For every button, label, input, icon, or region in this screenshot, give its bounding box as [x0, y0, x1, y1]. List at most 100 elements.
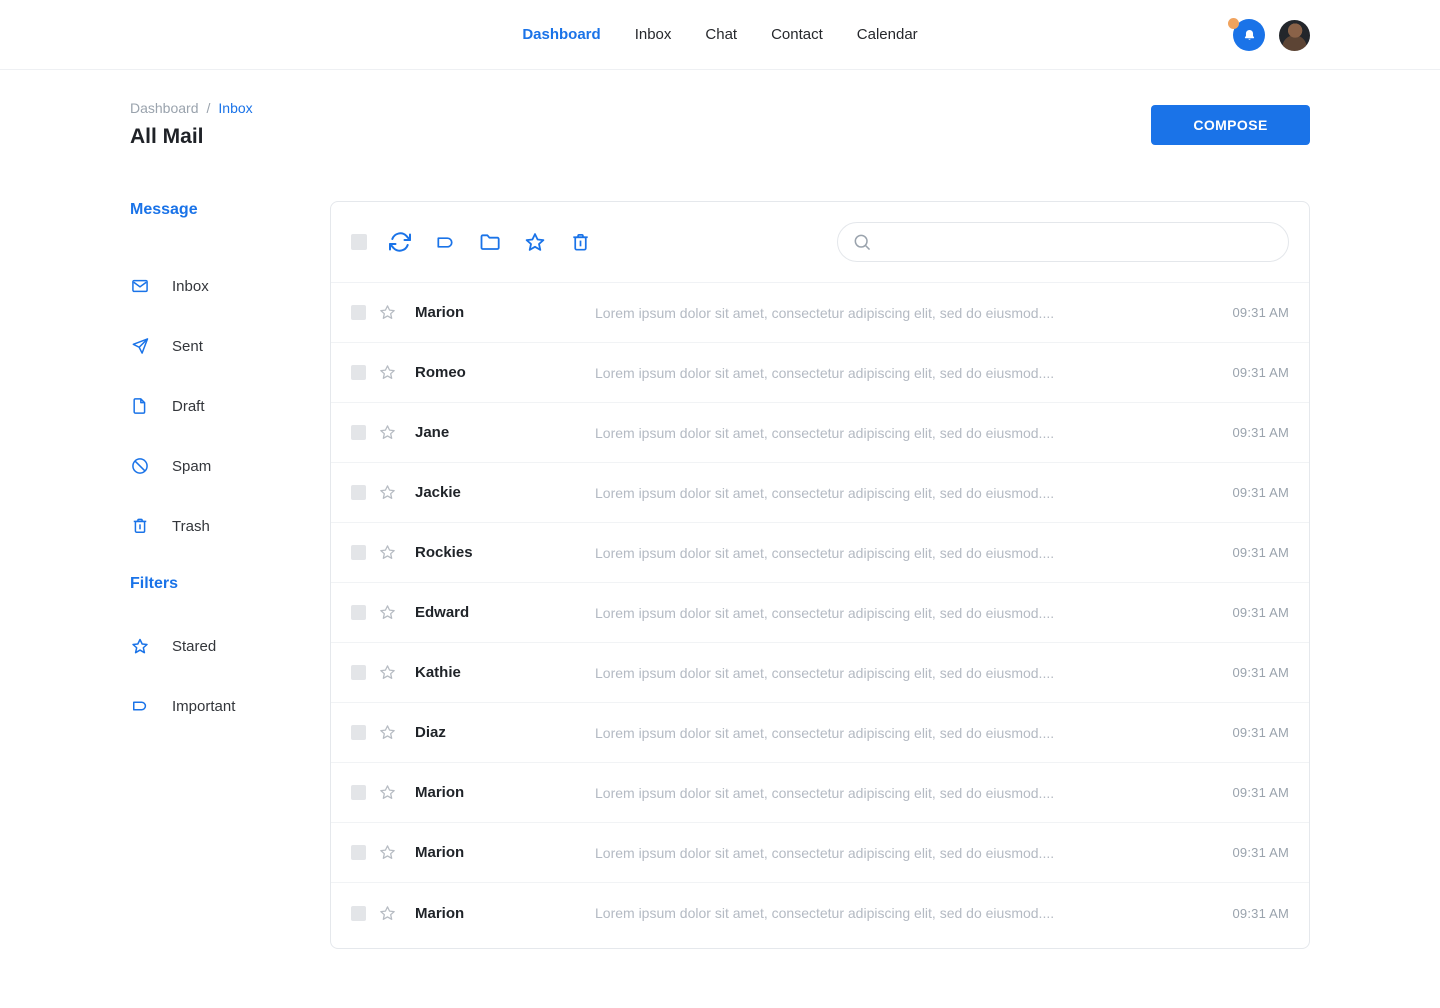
breadcrumb-inbox[interactable]: Inbox — [218, 100, 252, 116]
file-icon — [130, 396, 150, 416]
mail-preview: Lorem ipsum dolor sit amet, consectetur … — [595, 485, 1216, 501]
mail-time: 09:31 AM — [1232, 365, 1289, 380]
mail-row[interactable]: Jane Lorem ipsum dolor sit amet, consect… — [331, 403, 1309, 463]
sidebar-item-sent[interactable]: Sent — [130, 316, 330, 376]
mail-row[interactable]: Marion Lorem ipsum dolor sit amet, conse… — [331, 763, 1309, 823]
compose-button[interactable]: COMPOSE — [1151, 105, 1310, 145]
star-icon[interactable] — [378, 363, 397, 382]
mail-time: 09:31 AM — [1232, 425, 1289, 440]
row-checkbox[interactable] — [351, 485, 366, 500]
star-icon[interactable] — [378, 663, 397, 682]
breadcrumb-dashboard[interactable]: Dashboard — [130, 100, 199, 116]
star-icon[interactable] — [378, 843, 397, 862]
envelope-icon — [130, 276, 150, 296]
top-navigation-bar: Dashboard Inbox Chat Contact Calendar — [0, 0, 1440, 70]
sidebar: Message Inbox Sent — [130, 201, 330, 736]
mail-time: 09:31 AM — [1232, 665, 1289, 680]
mail-preview: Lorem ipsum dolor sit amet, consectetur … — [595, 785, 1216, 801]
mail-row[interactable]: Rockies Lorem ipsum dolor sit amet, cons… — [331, 523, 1309, 583]
mail-preview: Lorem ipsum dolor sit amet, consectetur … — [595, 365, 1216, 381]
mail-row[interactable]: Marion Lorem ipsum dolor sit amet, conse… — [331, 823, 1309, 883]
nav-item-dashboard[interactable]: Dashboard — [522, 26, 600, 43]
sidebar-item-label: Stared — [172, 638, 216, 655]
mail-row[interactable]: Romeo Lorem ipsum dolor sit amet, consec… — [331, 343, 1309, 403]
mail-sender: Romeo — [415, 364, 595, 381]
row-checkbox[interactable] — [351, 425, 366, 440]
row-checkbox[interactable] — [351, 845, 366, 860]
mail-time: 09:31 AM — [1232, 305, 1289, 320]
mail-sender: Marion — [415, 905, 595, 922]
nav-item-calendar[interactable]: Calendar — [857, 26, 918, 43]
mail-sender: Diaz — [415, 724, 595, 741]
star-icon[interactable] — [378, 783, 397, 802]
star-icon[interactable] — [378, 723, 397, 742]
mail-row[interactable]: Marion Lorem ipsum dolor sit amet, conse… — [331, 883, 1309, 943]
search-box[interactable] — [837, 222, 1289, 262]
star-icon[interactable] — [378, 543, 397, 562]
mail-sender: Edward — [415, 604, 595, 621]
row-checkbox[interactable] — [351, 605, 366, 620]
page-title: All Mail — [130, 125, 253, 149]
notification-badge-dot — [1228, 18, 1239, 29]
row-checkbox[interactable] — [351, 785, 366, 800]
sidebar-item-spam[interactable]: Spam — [130, 436, 330, 496]
mail-time: 09:31 AM — [1232, 785, 1289, 800]
mail-sender: Rockies — [415, 544, 595, 561]
row-checkbox[interactable] — [351, 365, 366, 380]
trash-icon[interactable] — [568, 230, 592, 254]
mail-row[interactable]: Diaz Lorem ipsum dolor sit amet, consect… — [331, 703, 1309, 763]
mail-row[interactable]: Marion Lorem ipsum dolor sit amet, conse… — [331, 283, 1309, 343]
star-icon[interactable] — [523, 230, 547, 254]
mail-sender: Marion — [415, 844, 595, 861]
mail-panel: Marion Lorem ipsum dolor sit amet, conse… — [330, 201, 1310, 949]
mail-sender: Kathie — [415, 664, 595, 681]
row-checkbox[interactable] — [351, 665, 366, 680]
mail-preview: Lorem ipsum dolor sit amet, consectetur … — [595, 905, 1216, 921]
page-header: Dashboard / Inbox All Mail COMPOSE — [130, 100, 1310, 149]
sidebar-item-stared[interactable]: Stared — [130, 616, 330, 676]
tag-icon[interactable] — [433, 230, 457, 254]
sidebar-item-draft[interactable]: Draft — [130, 376, 330, 436]
nav-item-contact[interactable]: Contact — [771, 26, 823, 43]
star-icon[interactable] — [378, 303, 397, 322]
sidebar-item-important[interactable]: Important — [130, 676, 330, 736]
star-icon[interactable] — [378, 603, 397, 622]
sidebar-item-label: Trash — [172, 518, 210, 535]
row-checkbox[interactable] — [351, 545, 366, 560]
star-icon[interactable] — [378, 483, 397, 502]
sidebar-heading-filters: Filters — [130, 575, 330, 595]
mail-time: 09:31 AM — [1232, 725, 1289, 740]
send-icon — [130, 336, 150, 356]
notifications-button[interactable] — [1233, 19, 1265, 51]
mail-preview: Lorem ipsum dolor sit amet, consectetur … — [595, 665, 1216, 681]
row-checkbox[interactable] — [351, 725, 366, 740]
mail-sender: Jackie — [415, 484, 595, 501]
sidebar-item-trash[interactable]: Trash — [130, 496, 330, 556]
row-checkbox[interactable] — [351, 305, 366, 320]
user-avatar[interactable] — [1279, 20, 1310, 51]
sidebar-item-label: Spam — [172, 458, 211, 475]
mail-time: 09:31 AM — [1232, 605, 1289, 620]
mail-time: 09:31 AM — [1232, 545, 1289, 560]
mail-sender: Marion — [415, 784, 595, 801]
tag-icon — [130, 696, 150, 716]
search-input[interactable] — [882, 234, 1274, 250]
mail-preview: Lorem ipsum dolor sit amet, consectetur … — [595, 425, 1216, 441]
sidebar-heading-message: Message — [130, 201, 330, 221]
sidebar-item-inbox[interactable]: Inbox — [130, 256, 330, 316]
mail-time: 09:31 AM — [1232, 845, 1289, 860]
breadcrumb-separator: / — [207, 100, 211, 116]
star-icon[interactable] — [378, 423, 397, 442]
folder-icon[interactable] — [478, 230, 502, 254]
star-icon — [130, 636, 150, 656]
breadcrumb: Dashboard / Inbox — [130, 100, 253, 116]
nav-item-chat[interactable]: Chat — [705, 26, 737, 43]
nav-item-inbox[interactable]: Inbox — [635, 26, 672, 43]
star-icon[interactable] — [378, 904, 397, 923]
select-all-checkbox[interactable] — [351, 234, 367, 250]
refresh-icon[interactable] — [388, 230, 412, 254]
mail-row[interactable]: Kathie Lorem ipsum dolor sit amet, conse… — [331, 643, 1309, 703]
mail-row[interactable]: Jackie Lorem ipsum dolor sit amet, conse… — [331, 463, 1309, 523]
row-checkbox[interactable] — [351, 906, 366, 921]
mail-row[interactable]: Edward Lorem ipsum dolor sit amet, conse… — [331, 583, 1309, 643]
